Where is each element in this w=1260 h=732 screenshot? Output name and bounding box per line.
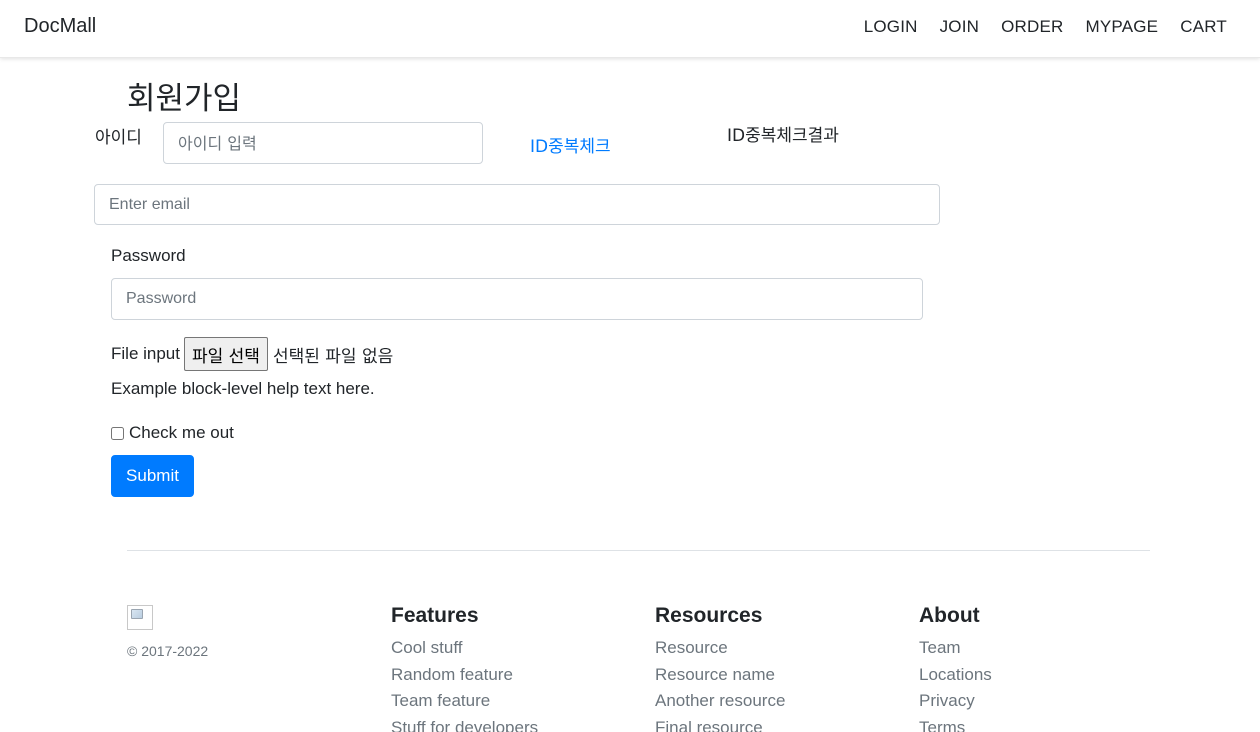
submit-button[interactable]: Submit bbox=[111, 455, 194, 497]
copyright-text: © 2017-2022 bbox=[127, 643, 209, 659]
footer-link[interactable]: Random feature bbox=[391, 665, 513, 684]
footer-link[interactable]: Resource name bbox=[655, 665, 775, 684]
page-title: 회원가입 bbox=[127, 81, 242, 117]
footer-column-title: Resources bbox=[655, 604, 763, 627]
footer-column-features: Features Cool stuff Random feature Team … bbox=[391, 604, 538, 732]
id-duplicate-check-result: ID중복체크결과 bbox=[727, 126, 839, 146]
file-choose-button[interactable]: 파일 선택 bbox=[183, 337, 268, 371]
file-input-label: File input bbox=[111, 344, 180, 363]
nav-join-link[interactable]: JOIN bbox=[940, 17, 980, 37]
file-input-row: File input 파일 선택 선택된 파일 없음 bbox=[111, 337, 393, 371]
footer-link[interactable]: Final resource bbox=[655, 718, 763, 732]
footer-logo-broken-image-icon bbox=[127, 605, 153, 630]
footer-column-about: About Team Locations Privacy Terms bbox=[919, 604, 992, 732]
footer-link[interactable]: Privacy bbox=[919, 691, 975, 710]
footer-link[interactable]: Terms bbox=[919, 718, 965, 732]
footer-link[interactable]: Team feature bbox=[391, 691, 490, 710]
nav-order-link[interactable]: ORDER bbox=[1001, 17, 1063, 37]
footer-column-title: Features bbox=[391, 604, 479, 627]
check-me-out-label: Check me out bbox=[129, 423, 234, 442]
navbar: DocMall LOGIN JOIN ORDER MYPAGE CART bbox=[0, 0, 1260, 58]
password-input[interactable] bbox=[111, 278, 923, 320]
id-input[interactable] bbox=[163, 122, 483, 164]
footer-divider bbox=[127, 550, 1150, 551]
id-duplicate-check-link[interactable]: ID중복체크 bbox=[530, 132, 611, 157]
footer-link[interactable]: Cool stuff bbox=[391, 638, 463, 657]
nav-mypage-link[interactable]: MYPAGE bbox=[1086, 17, 1159, 37]
nav-login-link[interactable]: LOGIN bbox=[864, 17, 918, 37]
footer-link[interactable]: Locations bbox=[919, 665, 992, 684]
nav-links: LOGIN JOIN ORDER MYPAGE CART bbox=[864, 17, 1227, 37]
nav-cart-link[interactable]: CART bbox=[1180, 17, 1227, 37]
footer-column-resources: Resources Resource Resource name Another… bbox=[655, 604, 785, 732]
footer-column-title: About bbox=[919, 604, 980, 627]
footer-link[interactable]: Another resource bbox=[655, 691, 785, 710]
password-label: Password bbox=[111, 246, 186, 265]
brand-logo-link[interactable]: DocMall bbox=[24, 15, 96, 38]
file-status-text: 선택된 파일 없음 bbox=[272, 346, 394, 367]
check-me-out-row[interactable]: Check me out bbox=[111, 423, 234, 443]
footer-link[interactable]: Team bbox=[919, 638, 961, 657]
footer-link[interactable]: Stuff for developers bbox=[391, 718, 538, 732]
id-label: 아이디 bbox=[95, 128, 142, 148]
help-text: Example block-level help text here. bbox=[111, 379, 375, 398]
footer-link[interactable]: Resource bbox=[655, 638, 728, 657]
check-me-out-checkbox[interactable] bbox=[111, 426, 124, 440]
email-input[interactable] bbox=[94, 184, 940, 225]
